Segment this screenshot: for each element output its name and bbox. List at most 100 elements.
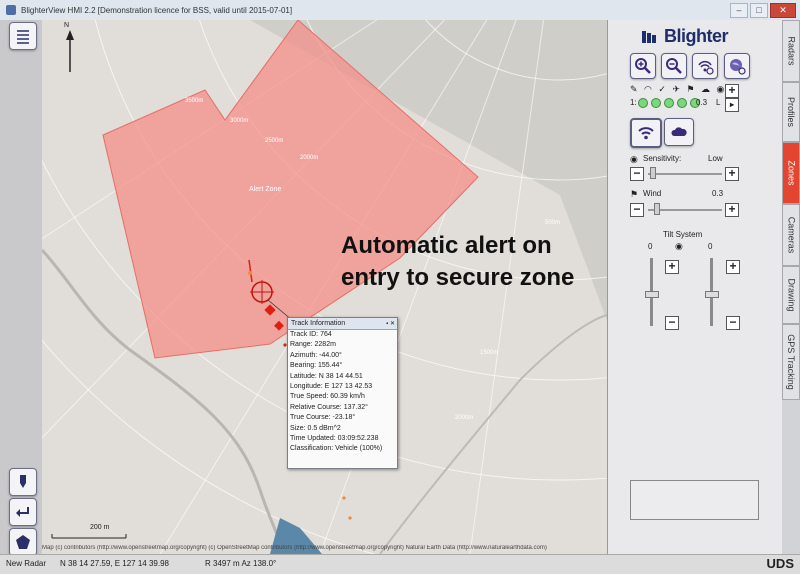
title-bar: BlighterView HMI 2.2 [Demonstration lice…: [0, 0, 800, 21]
status-led: [677, 98, 687, 108]
ring-label: 2000m: [455, 415, 474, 421]
ring-label: 2000m: [300, 155, 319, 161]
wind-value: 0.3: [712, 189, 724, 198]
alert-annotation-line2: entry to secure zone: [341, 264, 575, 291]
layers-button[interactable]: [9, 22, 37, 50]
track-info-row: Track ID: 764: [290, 331, 332, 338]
control-panel: Blighter ✎ ◠ ✓ ✈ ⚑ ☁ ◉ + 1: 0.3 L ▸ ◉ Se…: [607, 20, 783, 554]
wind-label: Wind: [643, 189, 662, 198]
track-info-popup[interactable]: Track Information ▪ ✕ Track ID: 764 Range…: [287, 317, 398, 469]
status-led: [664, 98, 674, 108]
map-toolbar: [0, 20, 42, 554]
popup-close-icon[interactable]: ▪ ✕: [386, 319, 395, 330]
close-button[interactable]: ✕: [770, 3, 796, 18]
ring-label: 500m: [545, 220, 561, 226]
brand-logo: Blighter: [642, 26, 729, 47]
tilt-right-value: 0: [708, 242, 713, 251]
tab-drawing[interactable]: Drawing: [782, 266, 800, 324]
track-info-row: Relative Course: 137.32°: [290, 403, 368, 411]
polygon-button[interactable]: [9, 528, 37, 554]
blighter-logo-icon: [642, 30, 656, 43]
north-arrow: [66, 30, 74, 72]
zoom-out-button[interactable]: [661, 53, 687, 79]
sensitivity-increase-button[interactable]: +: [725, 167, 739, 181]
status-coordinates: N 38 14 27.59, E 127 14 39.98: [60, 559, 169, 568]
tilt-center-icon: ◉: [675, 241, 683, 251]
status-led: [651, 98, 661, 108]
undo-button[interactable]: [9, 498, 37, 526]
add-status-button[interactable]: +: [725, 84, 739, 98]
window-title: BlighterView HMI 2.2 [Demonstration lice…: [21, 5, 293, 15]
sensitivity-value: Low: [708, 154, 723, 163]
scale-bar: [51, 534, 127, 539]
brand-name: Blighter: [664, 26, 729, 46]
ring-label: 1500m: [480, 350, 499, 356]
wind-decrease-button[interactable]: −: [630, 203, 644, 217]
track-info-row: Range: 2282m: [290, 341, 336, 349]
camera-preview-box: [630, 480, 759, 520]
tab-profiles[interactable]: Profiles: [782, 82, 800, 142]
north-label: N: [64, 22, 70, 29]
minimize-button[interactable]: –: [730, 3, 748, 18]
maximize-button[interactable]: □: [750, 3, 768, 18]
sensitivity-decrease-button[interactable]: −: [630, 167, 644, 181]
pin-button[interactable]: [9, 468, 37, 496]
wind-slider-thumb[interactable]: [654, 203, 660, 215]
zoom-radar-button[interactable]: [692, 53, 718, 79]
tab-zones[interactable]: Zones: [782, 142, 800, 204]
track-info-rows: Track ID: 764 Range: 2282m Azimuth: -44.00…: [288, 330, 397, 455]
tilt-left-up-button[interactable]: +: [665, 260, 679, 274]
sensitivity-slider-thumb[interactable]: [650, 167, 656, 179]
track-info-row: Size: 0.5 dBm^2: [290, 424, 341, 432]
pin-icon: [20, 475, 26, 488]
scale-label: 200 m: [90, 524, 110, 531]
track-info-row: Longitude: E 127 13 42.53: [290, 383, 373, 391]
track-info-row: True Speed: 60.39 km/h: [290, 393, 365, 401]
tilt-right-down-button[interactable]: −: [726, 316, 740, 330]
zoom-in-icon: [635, 58, 651, 74]
sensitivity-label: Sensitivity:: [643, 154, 682, 163]
status-radar-name: New Radar: [6, 559, 47, 568]
tilt-left-thumb[interactable]: [645, 291, 659, 298]
ring-label: 3000m: [230, 118, 249, 124]
list-icon: [17, 30, 29, 44]
status-bar: New Radar N 38 14 27.59, E 127 14 39.98 …: [0, 554, 800, 574]
sensitivity-slider[interactable]: [648, 173, 722, 175]
track-info-title: Track Information: [291, 320, 346, 327]
tab-gps-tracking[interactable]: GPS Tracking: [782, 324, 800, 400]
tilt-system-label: Tilt System: [663, 230, 703, 239]
wifi-icon: [638, 127, 654, 140]
tilt-right-thumb[interactable]: [705, 291, 719, 298]
status-detail-button[interactable]: ▸: [725, 98, 739, 112]
weather-mode-button[interactable]: [664, 118, 694, 146]
pentagon-icon: [16, 535, 30, 549]
side-tabs: Radars Profiles Zones Cameras Drawing GP…: [782, 20, 800, 554]
track-info-row: Azimuth: -44.00°: [290, 351, 342, 359]
track-info-row: True Course: -23.18°: [290, 414, 356, 422]
wind-increase-button[interactable]: +: [725, 203, 739, 217]
alert-annotation-line1: Automatic alert on: [341, 232, 552, 259]
status-range-azimuth: R 3497 m Az 138.0°: [205, 559, 277, 568]
status-value: 0.3: [696, 98, 708, 107]
ring-label: 2500m: [265, 138, 284, 144]
track-info-row: Bearing: 155.44°: [290, 362, 343, 370]
tilt-right-up-button[interactable]: +: [726, 260, 740, 274]
alert-zone-label: Alert Zone: [249, 186, 282, 193]
sensitivity-radio-icon[interactable]: ◉: [630, 154, 638, 165]
map-view[interactable]: 3500m 3000m 2500m 2000m 2000m 1500m 1000…: [0, 20, 607, 554]
zoom-in-button[interactable]: [630, 53, 656, 79]
undo-icon: [16, 507, 29, 517]
cloud-icon: [671, 127, 687, 136]
tab-cameras[interactable]: Cameras: [782, 204, 800, 266]
tilt-left-down-button[interactable]: −: [665, 316, 679, 330]
tilt-left-value: 0: [648, 242, 653, 251]
map-attribution: Map (c) contributors (http://www.openstr…: [42, 545, 547, 551]
tab-radars[interactable]: Radars: [782, 20, 800, 82]
uds-brand: UDS: [766, 556, 794, 571]
radar-mode-button[interactable]: [630, 118, 662, 148]
track-info-header[interactable]: Track Information ▪ ✕: [288, 318, 397, 330]
status-icons-row: ✎ ◠ ✓ ✈ ⚑ ☁ ◉: [630, 84, 727, 94]
track-info-row: Classification: Vehicle (100%): [290, 445, 383, 453]
radar-zoom-icon: [698, 60, 714, 75]
zoom-globe-button[interactable]: [724, 53, 750, 79]
